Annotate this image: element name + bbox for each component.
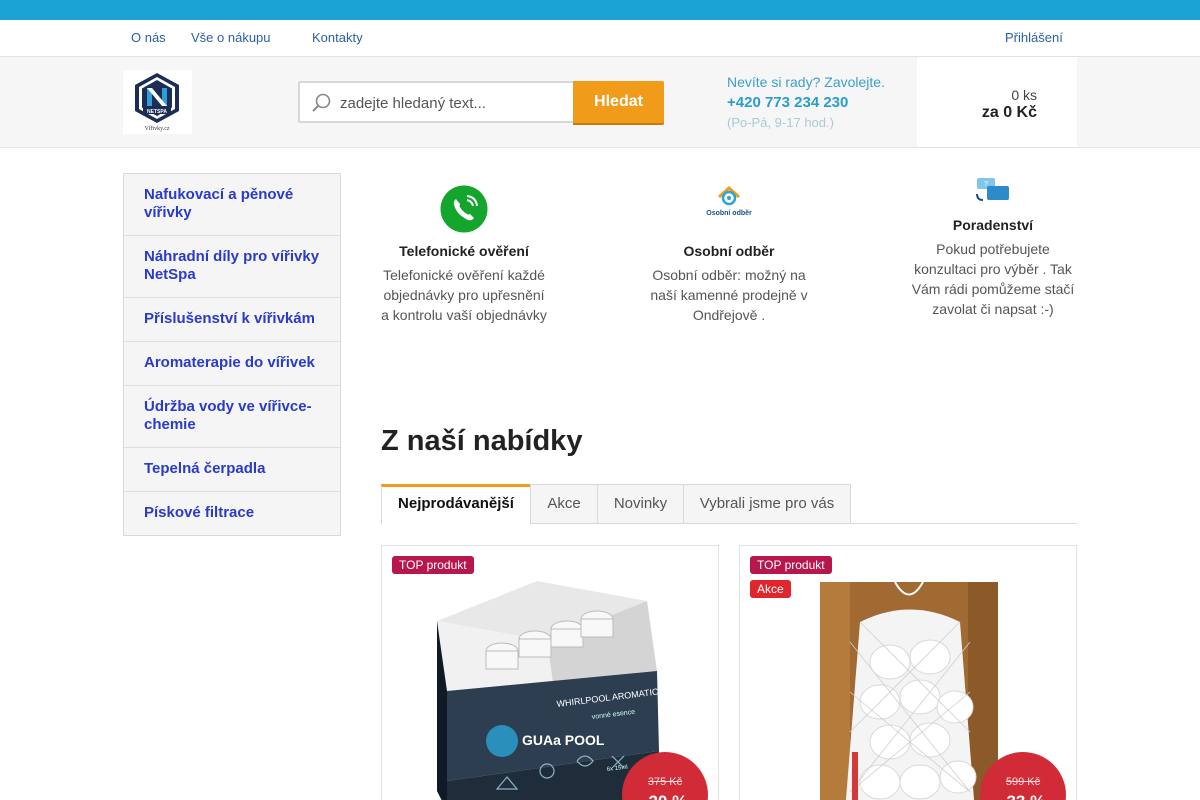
sidebar-item-label: Nafukovací a pěnové vířivky — [144, 186, 294, 221]
main-content: Nafukovací a pěnové vířivky Náhradní díl… — [123, 148, 1077, 800]
benefit-title: Poradenství — [952, 217, 1034, 233]
phone-verify-icon — [440, 185, 488, 233]
sidebar-item-piskove-filtrace[interactable]: Pískové filtrace — [124, 492, 340, 535]
discount-percent: -20 % — [622, 792, 708, 800]
site-logo[interactable]: NETSPA Vířivky.cz — [123, 70, 192, 134]
tab-akce[interactable]: Akce — [530, 484, 598, 524]
search-input[interactable]: zadejte hledaný text... — [340, 95, 486, 112]
tab-novinky[interactable]: Novinky — [597, 484, 684, 524]
login-link[interactable]: Přihlášení — [999, 30, 1063, 45]
contact-help-text: Nevíte si rady? Zavolejte. — [727, 74, 885, 90]
product-card[interactable]: TOP produkt Akce 599 Kč -33 % — [739, 545, 1077, 800]
flag-top-product: TOP produkt — [392, 556, 474, 574]
nav-link-label: Vše o nákupu — [191, 30, 271, 45]
benefit-advice: ? Poradenství Pokud potřebujete konzulta… — [908, 177, 1078, 319]
sidebar-item-prislusenstvi[interactable]: Příslušenství k vířivkám — [124, 298, 340, 342]
benefit-text: Telefonické ověření každé objednávky pro… — [381, 267, 547, 323]
sidebar-item-nahradni-dily[interactable]: Náhradní díly pro vířivky NetSpa — [124, 236, 340, 298]
cart-total: za 0 Kč — [981, 104, 1037, 121]
svg-text:?: ? — [984, 181, 988, 188]
svg-text:Osobní odběr: Osobní odběr — [706, 210, 752, 217]
login-label: Přihlášení — [1005, 30, 1063, 45]
svg-text:GUAa POOL: GUAa POOL — [522, 732, 605, 748]
cart-quantity: 0 ks — [1011, 87, 1037, 103]
site-header: NETSPA Vířivky.cz zadejte hledaný text..… — [0, 57, 1200, 148]
benefit-title: Telefonické ověření — [399, 243, 529, 259]
flag-sale: Akce — [750, 580, 791, 598]
contact-hours: (Po-Pá, 9-17 hod.) — [727, 115, 834, 130]
search-button[interactable]: Hledat — [573, 81, 664, 123]
benefits-row: Telefonické ověření Telefonické ověření … — [381, 173, 1077, 363]
section-title: Z naší nabídky — [381, 425, 583, 457]
nav-link-vse-o-nakupu[interactable]: Vše o nákupu — [191, 30, 278, 45]
sidebar-item-nafukovaci-virivky[interactable]: Nafukovací a pěnové vířivky — [124, 174, 340, 236]
benefit-personal-pickup: Osobní odběr Osobní odběr Osobní odběr: … — [644, 183, 814, 325]
product-tabs: Nejprodávanější Akce Novinky Vybrali jsm… — [381, 484, 1077, 525]
svg-text:Vířivky.cz: Vířivky.cz — [144, 126, 169, 132]
top-bar — [0, 0, 1200, 20]
tab-nejprodavanejsi[interactable]: Nejprodávanější — [381, 484, 531, 525]
nav-link-kontakty[interactable]: Kontakty — [312, 30, 363, 45]
personal-pickup-icon: Osobní odběr — [706, 185, 752, 217]
old-price: 599 Kč — [1005, 776, 1041, 788]
benefit-phone-verification: Telefonické ověření Telefonické ověření … — [379, 185, 549, 325]
sidebar-item-udrzba-vody[interactable]: Údržba vody ve vířivce- chemie — [124, 386, 340, 448]
contact-phone-link[interactable]: +420 773 234 230 — [727, 94, 848, 111]
benefit-text: Osobní odběr: možný na naší kamenné prod… — [650, 267, 808, 323]
benefit-title: Osobní odběr — [683, 243, 775, 259]
discount-percent: -33 % — [980, 792, 1066, 800]
sidebar-item-aromaterapie[interactable]: Aromaterapie do vířivek — [124, 342, 340, 386]
cart-widget[interactable]: 0 ks za 0 Kč — [917, 57, 1077, 147]
tab-vybrali-jsme[interactable]: Vybrali jsme pro vás — [683, 484, 851, 524]
old-price: 375 Kč — [647, 776, 683, 788]
product-card[interactable]: TOP produkt GUAa POOL WHIRLPOOL AROMATIC… — [381, 545, 719, 800]
search-icon — [312, 93, 331, 112]
category-sidebar: Nafukovací a pěnové vířivky Náhradní díl… — [123, 173, 341, 536]
benefit-text: Pokud potřebujete konzultaci pro výběr .… — [911, 241, 1075, 317]
flag-top-product: TOP produkt — [750, 556, 832, 574]
svg-text:NETSPA: NETSPA — [147, 109, 167, 115]
top-navigation: O nás Vše o nákupu Kontakty Přihlášení — [0, 20, 1200, 57]
sidebar-item-tepelna-cerpadla[interactable]: Tepelná čerpadla — [124, 448, 340, 492]
nav-link-o-nas[interactable]: O nás — [131, 30, 166, 45]
netspa-logo-icon: NETSPA Vířivky.cz — [135, 73, 179, 132]
product-image — [820, 582, 998, 800]
advice-chat-icon: ? — [976, 178, 1009, 201]
